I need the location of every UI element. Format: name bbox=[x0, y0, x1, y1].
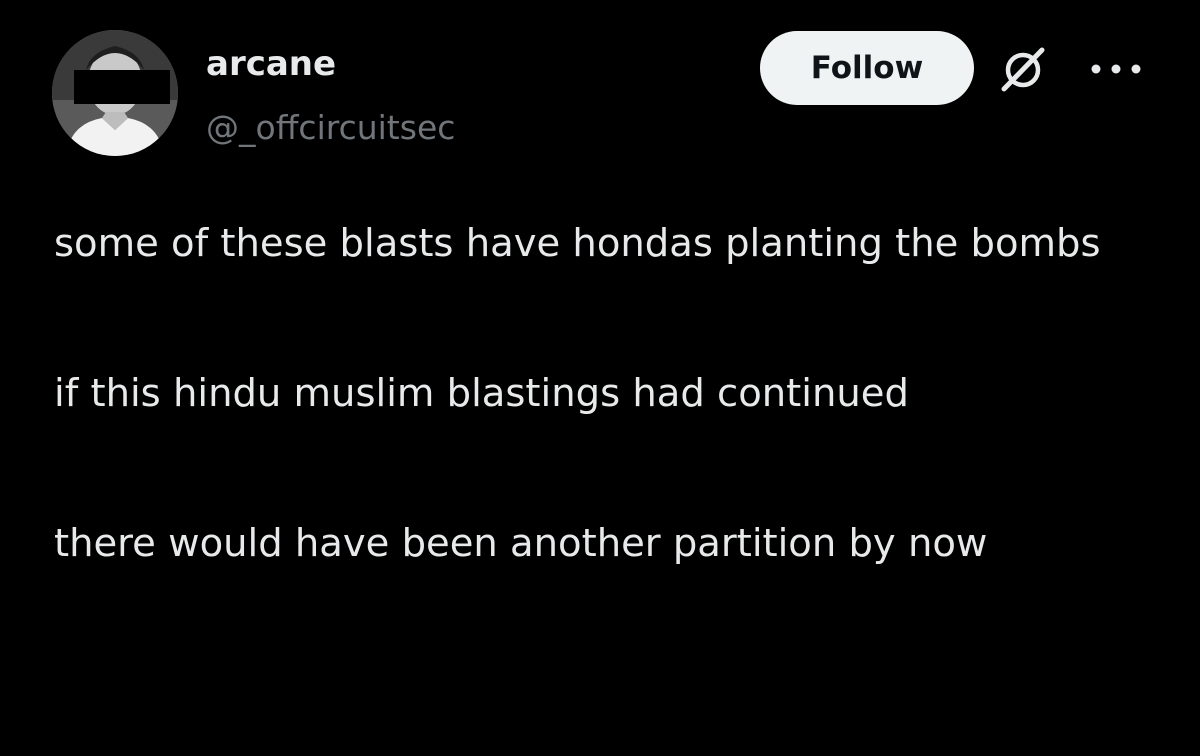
post: arcane @_offcircuitsec Follow some of th… bbox=[0, 0, 1200, 756]
censor-bar bbox=[74, 70, 170, 104]
post-header: arcane @_offcircuitsec Follow bbox=[52, 30, 1152, 160]
avatar[interactable] bbox=[52, 30, 178, 156]
more-options-icon[interactable] bbox=[1088, 54, 1144, 84]
user-handle[interactable]: @_offcircuitsec bbox=[206, 100, 455, 156]
post-paragraph: some of these blasts have hondas plantin… bbox=[54, 221, 1101, 266]
post-paragraph: there would have been another partition … bbox=[54, 521, 988, 566]
avatar-photo bbox=[52, 30, 178, 156]
follow-button[interactable]: Follow bbox=[760, 31, 974, 105]
grok-icon[interactable] bbox=[998, 44, 1048, 94]
display-name[interactable]: arcane bbox=[206, 38, 455, 90]
author-names: arcane @_offcircuitsec bbox=[206, 38, 455, 156]
post-text: some of these blasts have hondas plantin… bbox=[54, 206, 1154, 581]
post-paragraph: if this hindu muslim blastings had conti… bbox=[54, 371, 909, 416]
